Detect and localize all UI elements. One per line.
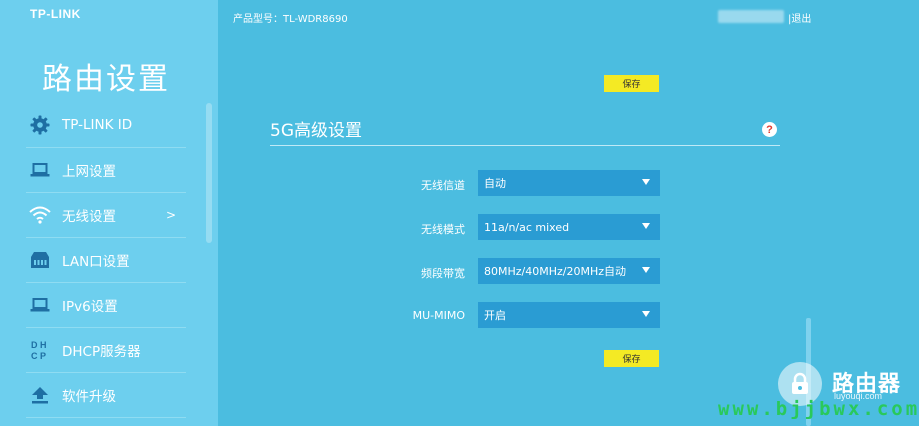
- caret-down-icon: [642, 179, 650, 185]
- dhcp-icon: DH CP: [28, 340, 52, 361]
- sidebar-item-upgrade[interactable]: 软件升级: [26, 373, 186, 418]
- sidebar-item-label: TP-LINK ID: [62, 117, 133, 133]
- lan-icon: [28, 250, 52, 270]
- sidebar-item-ipv6[interactable]: IPv6设置: [26, 283, 186, 328]
- username-blurred: [718, 10, 784, 23]
- sidebar-item-label: 软件升级: [62, 389, 116, 405]
- sidebar-item-lan[interactable]: LAN口设置: [26, 238, 186, 283]
- sidebar-item-label: DHCP服务器: [62, 344, 141, 360]
- laptop-icon: [28, 160, 52, 180]
- save-button-bottom[interactable]: 保存: [604, 350, 659, 367]
- sidebar-item-label: LAN口设置: [62, 254, 130, 270]
- mumimo-label: MU-MIMO: [412, 309, 465, 322]
- caret-down-icon: [642, 223, 650, 229]
- sidebar-item-tplink-id[interactable]: TP-LINK ID: [26, 103, 186, 148]
- upload-icon: [28, 385, 52, 405]
- select-value: 80MHz/40MHz/20MHz自动: [484, 265, 627, 278]
- svg-text:P: P: [40, 351, 46, 361]
- logout-link[interactable]: |退出: [788, 10, 811, 25]
- top-bar: 产品型号：TL-WDR8690 |退出: [218, 0, 919, 36]
- help-icon[interactable]: ?: [762, 122, 777, 137]
- sidebar-item-label: 上网设置: [62, 164, 116, 180]
- select-value: 自动: [484, 177, 506, 190]
- gear-icon: [28, 115, 52, 135]
- chevron-right-icon: >: [165, 208, 176, 222]
- section-title: 5G高级设置: [270, 121, 362, 141]
- channel-label: 无线信道: [421, 179, 465, 192]
- channel-select[interactable]: 自动: [478, 170, 660, 196]
- sidebar-item-label: 无线设置: [62, 209, 116, 225]
- svg-text:H: H: [40, 340, 47, 350]
- bandwidth-label: 频段带宽: [421, 267, 465, 280]
- mode-select[interactable]: 11a/n/ac mixed: [478, 214, 660, 240]
- product-model: 产品型号：TL-WDR8690: [233, 14, 348, 25]
- sidebar-item-dhcp[interactable]: DH CP DHCP服务器: [26, 328, 186, 373]
- save-button-top[interactable]: 保存: [604, 75, 659, 92]
- sidebar-item-label: IPv6设置: [62, 299, 118, 315]
- laptop-icon: [28, 295, 52, 315]
- caret-down-icon: [642, 267, 650, 273]
- mode-label: 无线模式: [421, 223, 465, 236]
- sidebar-item-wireless[interactable]: 无线设置 >: [26, 193, 186, 238]
- sidebar: TP-LINK 路由设置 TP-LINK ID 上网设置 无线设置 > LAN口…: [0, 0, 218, 426]
- page-title: 路由设置: [42, 62, 170, 97]
- svg-text:D: D: [31, 340, 38, 350]
- wifi-icon: [28, 205, 52, 225]
- sidebar-scrollbar[interactable]: [206, 103, 212, 243]
- watermark-site: www.bjjbwx.com: [718, 398, 919, 420]
- bandwidth-select[interactable]: 80MHz/40MHz/20MHz自动: [478, 258, 660, 284]
- select-value: 11a/n/ac mixed: [484, 220, 570, 234]
- sidebar-item-internet[interactable]: 上网设置: [26, 148, 186, 193]
- section-divider: [270, 145, 780, 146]
- caret-down-icon: [642, 311, 650, 317]
- sidebar-nav: TP-LINK ID 上网设置 无线设置 > LAN口设置 IPv6设置 D H…: [26, 103, 186, 418]
- tplink-logo: TP-LINK: [30, 7, 81, 21]
- svg-text:C: C: [31, 351, 38, 361]
- select-value: 开启: [484, 309, 506, 322]
- mumimo-select[interactable]: 开启: [478, 302, 660, 328]
